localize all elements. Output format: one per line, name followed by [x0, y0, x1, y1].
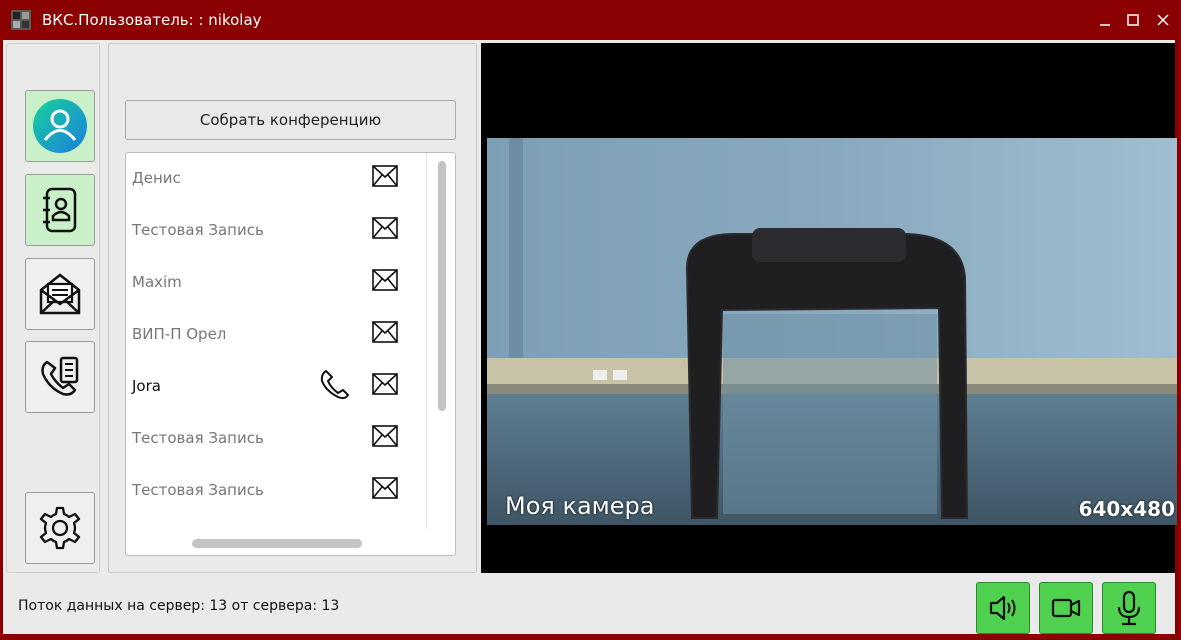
contact-name: Тестовая Запись: [132, 221, 264, 239]
horizontal-scroll-thumb[interactable]: [192, 539, 362, 548]
conference-button[interactable]: Собрать конференцию: [125, 100, 456, 140]
microphone-icon: [1117, 590, 1141, 626]
minimize-icon: [1100, 24, 1110, 26]
nav-panel: [6, 43, 100, 573]
close-button[interactable]: [1150, 6, 1176, 34]
envelope-icon[interactable]: [372, 425, 398, 447]
envelope-icon[interactable]: [372, 165, 398, 187]
envelope-open-icon: [39, 273, 81, 315]
envelope-icon[interactable]: [372, 321, 398, 343]
envelope-icon[interactable]: [372, 269, 398, 291]
nav-messages-button[interactable]: [25, 258, 95, 330]
nav-settings-button[interactable]: [25, 492, 95, 564]
camera-image: [487, 138, 1177, 525]
close-icon: [1157, 14, 1169, 26]
contact-name: Jora: [132, 377, 161, 395]
contact-list[interactable]: Денис Тестовая Запись Maxim ВИП-П Орел J…: [125, 152, 456, 556]
contact-name: Тестовая Запись: [132, 429, 264, 447]
list-item[interactable]: ВИП-П Орел: [126, 309, 426, 361]
address-book-icon: [43, 187, 77, 233]
list-item[interactable]: Денис: [126, 153, 426, 205]
call-log-icon: [41, 356, 79, 396]
envelope-icon[interactable]: [372, 217, 398, 239]
nav-profile-button[interactable]: [25, 90, 95, 162]
list-item[interactable]: Maxim: [126, 257, 426, 309]
camera-toggle-button[interactable]: [1039, 582, 1093, 634]
title-bar[interactable]: ВКС.Пользователь: : nikolay: [0, 0, 1181, 40]
client-area: Собрать конференцию Денис Тестовая Запис…: [3, 40, 1177, 634]
microphone-toggle-button[interactable]: [1102, 582, 1156, 634]
list-item[interactable]: Jora: [126, 361, 426, 413]
camera-icon: [1051, 598, 1081, 618]
app-window: ВКС.Пользователь: : nikolay Собрать конф…: [0, 0, 1181, 640]
contacts-panel: Собрать конференцию Денис Тестовая Запис…: [108, 43, 477, 573]
user-profile-icon: [33, 99, 87, 153]
status-bar: Поток данных на сервер: 13 от сервера: 1…: [3, 576, 1175, 634]
contact-name: Maxim: [132, 273, 182, 291]
speaker-toggle-button[interactable]: [976, 582, 1030, 634]
camera-label: Моя камера: [505, 492, 655, 520]
contact-name: Тестовая Запись: [132, 481, 264, 499]
camera-resolution: 640x480: [1078, 497, 1175, 521]
nav-call-log-button[interactable]: [25, 341, 95, 413]
envelope-icon[interactable]: [372, 477, 398, 499]
speaker-icon: [989, 595, 1016, 621]
phone-icon[interactable]: [318, 367, 352, 401]
maximize-button[interactable]: [1120, 6, 1146, 34]
minimize-button[interactable]: [1092, 6, 1118, 34]
maximize-icon: [1127, 14, 1139, 26]
vertical-scroll-thumb[interactable]: [438, 161, 446, 411]
app-logo-icon: [11, 10, 31, 30]
nav-contacts-button[interactable]: [25, 174, 95, 246]
contact-name: ВИП-П Орел: [132, 325, 227, 343]
envelope-icon[interactable]: [372, 373, 398, 395]
list-item[interactable]: Тестовая Запись: [126, 465, 426, 517]
list-item[interactable]: Тестовая Запись: [126, 413, 426, 465]
window-title: ВКС.Пользователь: : nikolay: [42, 11, 262, 29]
camera-preview: [487, 138, 1177, 525]
list-item[interactable]: Тестовая Запись: [126, 205, 426, 257]
vertical-scrollbar[interactable]: [426, 153, 455, 529]
contact-name: Денис: [132, 169, 181, 187]
video-area: Моя камера 640x480: [481, 43, 1177, 573]
gear-icon: [39, 506, 81, 550]
data-stream-status: Поток данных на сервер: 13 от сервера: 1…: [18, 598, 340, 614]
